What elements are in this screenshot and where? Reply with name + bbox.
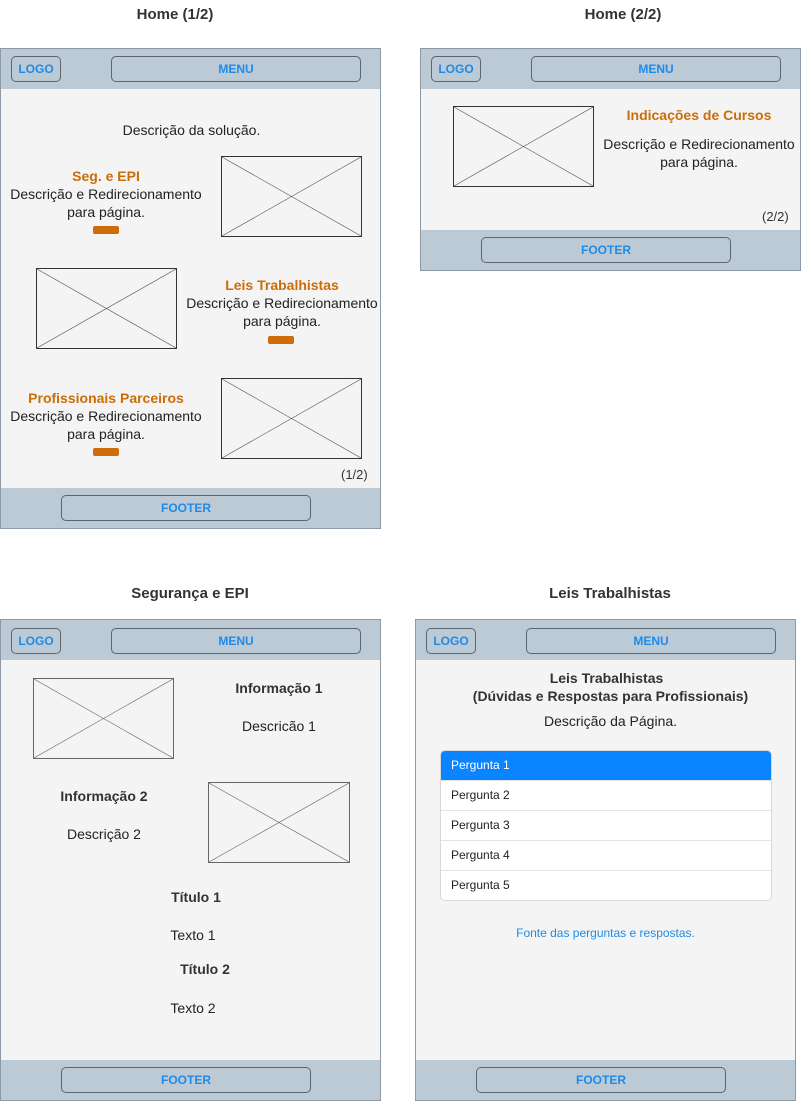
footer-button[interactable]: FOOTER xyxy=(476,1067,726,1093)
header-bar: LOGO MENU xyxy=(416,620,795,660)
pager: (2/2) xyxy=(762,209,789,224)
logo-button[interactable]: LOGO xyxy=(11,628,61,654)
section-desc: para página. xyxy=(67,204,145,220)
section-title-seg-epi: Seg. e EPI xyxy=(72,168,140,184)
block2-title: Título 2 xyxy=(180,961,230,977)
footer-bar: FOOTER xyxy=(421,230,800,270)
section-desc: para página. xyxy=(67,426,145,442)
menu-button[interactable]: MENU xyxy=(111,628,361,654)
section-desc: Descrição e Redirecionamento xyxy=(186,295,378,311)
section-desc: para página. xyxy=(243,313,321,329)
image-placeholder xyxy=(33,678,174,759)
question-item[interactable]: Pergunta 1 xyxy=(441,751,771,780)
logo-button[interactable]: LOGO xyxy=(426,628,476,654)
header-bar: LOGO MENU xyxy=(1,620,380,660)
question-item[interactable]: Pergunta 4 xyxy=(441,840,771,870)
redirect-button[interactable] xyxy=(93,448,119,456)
info1-desc: Descricão 1 xyxy=(242,718,316,734)
question-item[interactable]: Pergunta 5 xyxy=(441,870,771,900)
frame-title-home2: Home (2/2) xyxy=(584,6,662,23)
image-placeholder xyxy=(221,156,362,237)
image-placeholder xyxy=(453,106,594,187)
logo-button[interactable]: LOGO xyxy=(431,56,481,82)
intro-text: Descrição da solução. xyxy=(122,122,261,138)
section-desc: Descrição e Redirecionamento xyxy=(10,186,202,202)
frame-title-seguranca: Segurança e EPI xyxy=(131,585,249,602)
image-placeholder xyxy=(36,268,177,349)
logo-button[interactable]: LOGO xyxy=(11,56,61,82)
header-bar: LOGO MENU xyxy=(1,49,380,89)
footer-bar: FOOTER xyxy=(1,488,380,528)
footer-button[interactable]: FOOTER xyxy=(61,1067,311,1093)
footer-bar: FOOTER xyxy=(1,1060,380,1100)
footer-button[interactable]: FOOTER xyxy=(61,495,311,521)
menu-button[interactable]: MENU xyxy=(526,628,776,654)
frame-seguranca: LOGO MENU Informação 1 Descricão 1 Infor… xyxy=(0,619,381,1101)
question-item[interactable]: Pergunta 3 xyxy=(441,810,771,840)
frame-leis: LOGO MENU Leis Trabalhistas (Dúvidas e R… xyxy=(415,619,796,1101)
section-title-leis: Leis Trabalhistas xyxy=(225,277,339,293)
info2-title: Informação 2 xyxy=(60,788,148,804)
page-subheading: (Dúvidas e Respostas para Profissionais) xyxy=(472,688,749,704)
section-desc: Descrição e Redirecionamento xyxy=(603,136,795,152)
section-title-profissionais: Profissionais Parceiros xyxy=(28,390,184,406)
footer-button[interactable]: FOOTER xyxy=(481,237,731,263)
redirect-button[interactable] xyxy=(268,336,294,344)
page-description: Descrição da Página. xyxy=(543,713,678,729)
redirect-button[interactable] xyxy=(93,226,119,234)
source-link[interactable]: Fonte das perguntas e respostas. xyxy=(416,926,795,940)
footer-bar: FOOTER xyxy=(416,1060,795,1100)
info1-title: Informação 1 xyxy=(235,680,323,696)
page-heading: Leis Trabalhistas xyxy=(549,670,664,686)
pager: (1/2) xyxy=(341,467,368,482)
frame-home2: LOGO MENU Indicações de Cursos Descrição… xyxy=(420,48,801,271)
header-bar: LOGO MENU xyxy=(421,49,800,89)
info2-desc: Descrição 2 xyxy=(67,826,141,842)
block1-text: Texto 1 xyxy=(170,927,216,943)
question-item[interactable]: Pergunta 2 xyxy=(441,780,771,810)
section-desc: para página. xyxy=(660,154,738,170)
image-placeholder xyxy=(221,378,362,459)
frame-home1: LOGO MENU Descrição da solução. Seg. e E… xyxy=(0,48,381,529)
frame-title-leis: Leis Trabalhistas xyxy=(549,585,671,602)
frame-title-home1: Home (1/2) xyxy=(136,6,214,23)
menu-button[interactable]: MENU xyxy=(531,56,781,82)
block2-text: Texto 2 xyxy=(170,1000,216,1016)
section-title-cursos: Indicações de Cursos xyxy=(626,107,772,123)
image-placeholder xyxy=(208,782,350,863)
menu-button[interactable]: MENU xyxy=(111,56,361,82)
section-desc: Descrição e Redirecionamento xyxy=(10,408,202,424)
block1-title: Título 1 xyxy=(171,889,221,905)
question-list: Pergunta 1 Pergunta 2 Pergunta 3 Pergunt… xyxy=(440,750,772,901)
